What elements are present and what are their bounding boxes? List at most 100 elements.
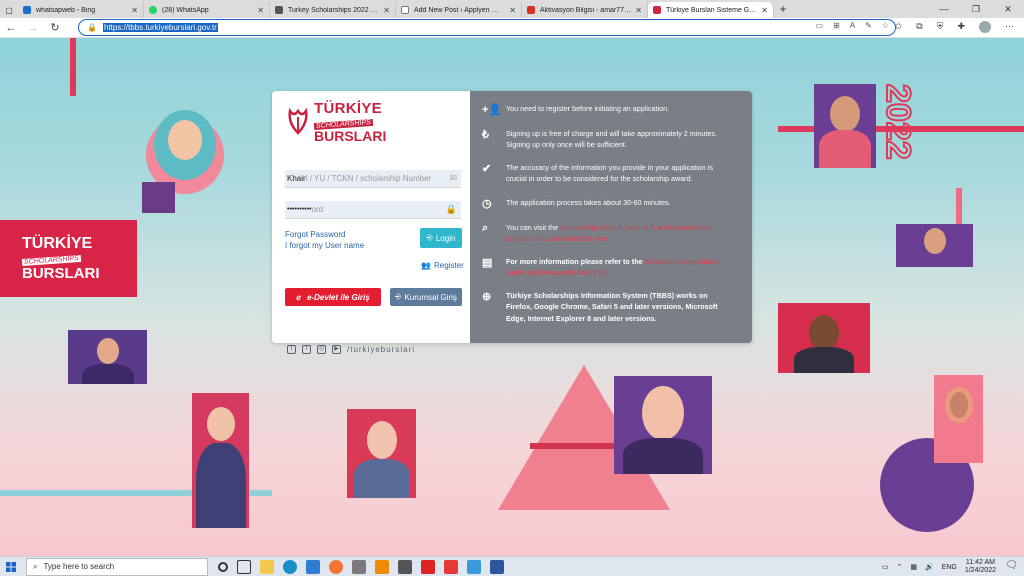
sign-in-icon: ⎆ <box>395 292 402 301</box>
task-view-icon[interactable] <box>237 559 251 574</box>
file-explorer-icon[interactable] <box>260 559 274 574</box>
minimize-icon[interactable]: — <box>928 0 960 18</box>
windows-taskbar: ⌕ Type here to search ▭ ⌃ ▦ 🔊 ENG 11:42 … <box>0 556 1024 576</box>
site-icon <box>275 6 283 14</box>
check-icon: ✔ <box>482 163 492 176</box>
login-panel: TÜRKİYE SCHOLARSHIPS BURSLARI Khair l / … <box>272 91 470 343</box>
add-user-icon: 👥 <box>421 261 431 270</box>
gmail-icon <box>527 6 535 14</box>
cortana-icon[interactable] <box>218 561 228 572</box>
maximize-icon[interactable]: ❐ <box>960 0 992 18</box>
edevlet-logo-icon: ℯ <box>296 292 302 302</box>
edevlet-login-button[interactable]: ℯ e-Devlet ile Giriş <box>285 288 381 306</box>
refresh-icon[interactable]: ↻ <box>44 21 66 34</box>
more-menu-icon[interactable]: ⋯ <box>1005 21 1014 33</box>
edge-icon[interactable] <box>283 559 297 574</box>
instagram-icon[interactable]: ◎ <box>317 345 326 354</box>
app-icon[interactable] <box>467 559 481 574</box>
close-window-icon[interactable]: ✕ <box>992 0 1024 18</box>
profile-avatar[interactable] <box>979 21 991 33</box>
lira-icon: ₺ <box>482 129 489 141</box>
close-tab-icon[interactable]: ✕ <box>509 6 516 15</box>
clock-icon: ◷ <box>482 197 492 210</box>
close-tab-icon[interactable]: ✕ <box>131 6 138 15</box>
document-icon: ▤ <box>482 256 493 269</box>
clock[interactable]: 11:42 AM 1/24/2022 <box>965 559 996 576</box>
apps-icon[interactable]: ⊞ <box>833 21 840 30</box>
address-bar[interactable]: 🔒 https://tbbs.turkiyeburslari.gov.tr ▭ … <box>78 19 896 36</box>
browser-tab[interactable]: Add New Post ‹ Applyen — Wo ✕ <box>396 2 522 18</box>
decor-square <box>142 182 175 213</box>
institutional-login-button[interactable]: ⎆ Kurumsal Giriş <box>390 288 462 306</box>
close-tab-icon[interactable]: ✕ <box>383 6 390 15</box>
read-aloud-icon[interactable]: ▭ <box>816 21 824 30</box>
password-input[interactable]: •••••••••• ord 🔒 <box>285 201 461 219</box>
close-tab-icon[interactable]: ✕ <box>257 6 264 15</box>
tab-actions-icon[interactable]: ▢ <box>0 2 18 18</box>
network-icon[interactable]: ▦ <box>910 563 917 571</box>
social-handle: /turkiyeburslari <box>347 345 416 354</box>
forgot-password-link[interactable]: Forgot Password <box>285 230 345 239</box>
firefox-icon[interactable] <box>329 559 343 574</box>
register-link[interactable]: 👥 Register <box>421 261 464 270</box>
acrobat-icon[interactable] <box>421 559 435 574</box>
zoom-icon[interactable]: A <box>850 21 855 30</box>
page-icon <box>401 6 409 14</box>
volume-icon[interactable]: 🔊 <box>925 563 934 571</box>
search-icon: ⌕ <box>33 561 38 571</box>
language-indicator[interactable]: ENG <box>942 564 957 571</box>
login-button[interactable]: ⎆ Login <box>420 228 462 248</box>
close-tab-icon[interactable]: ✕ <box>761 6 768 15</box>
browser-tab[interactable]: Turkey Scholarships 2022 - Get f✕ <box>270 2 396 18</box>
calculator-icon[interactable] <box>398 559 412 574</box>
favorite-star-icon[interactable]: ☆ <box>882 21 889 30</box>
info-item: ✔ The accuracy of the information you pr… <box>482 163 713 184</box>
forgot-username-link[interactable]: I forgot my User name <box>285 241 364 250</box>
globe-icon: ⊕ <box>482 291 492 304</box>
whatsapp-icon[interactable] <box>352 559 366 574</box>
lock-icon[interactable]: 🔒 <box>87 23 97 32</box>
system-tray: ▭ ⌃ ▦ 🔊 ENG 11:42 AM 1/24/2022 <box>882 557 996 576</box>
portrait-photo <box>814 84 876 168</box>
portrait-photo <box>154 110 216 180</box>
close-tab-icon[interactable]: ✕ <box>635 6 642 15</box>
taskbar-search-input[interactable]: ⌕ Type here to search <box>26 557 208 576</box>
back-icon[interactable]: ← <box>0 22 22 34</box>
notifications-icon[interactable]: 🗨 <box>1005 560 1018 571</box>
browser-tab-active[interactable]: Türkiye Burslan Sisteme Giriş Eki✕ <box>648 2 774 18</box>
username-input[interactable]: Khair l / YU / TCKN / scholarship Number… <box>285 170 461 188</box>
portrait-photo <box>68 330 147 384</box>
info-panel: +👤 You need to register before initiatin… <box>470 91 752 343</box>
new-tab-button[interactable]: + <box>774 2 792 18</box>
chevron-up-icon[interactable]: ⌃ <box>896 563 902 571</box>
windows-start-icon[interactable] <box>0 557 22 576</box>
anydesk-icon[interactable] <box>444 559 458 574</box>
url-text[interactable]: https://tbbs.turkiyeburslari.gov.tr <box>102 23 218 32</box>
extension-icon[interactable]: ✎ <box>865 21 872 30</box>
browser-tab[interactable]: Aktivasyon Bilgisi - amar77600@✕ <box>522 2 648 18</box>
shield-icon[interactable]: ⛨ <box>937 21 944 33</box>
envelope-icon: ✉ <box>449 173 457 183</box>
facebook-icon[interactable]: f <box>302 345 311 354</box>
forward-icon[interactable]: → <box>22 22 44 34</box>
sign-in-icon: ⎆ <box>426 233 433 242</box>
browser-tab-bar: ▢ whatsapweb - Bing ✕ (28) WhatsApp ✕ Turk… <box>0 0 1024 18</box>
login-card: TÜRKİYE SCHOLARSHIPS BURSLARI Khair l / … <box>272 91 752 343</box>
info-item: ▤ For more information please refer to t… <box>482 256 719 278</box>
search-icon: ⌕ <box>482 221 489 234</box>
info-item: ₺ Signing up is free of charge and will … <box>482 129 717 150</box>
browser-tab[interactable]: whatsapweb - Bing ✕ <box>18 2 144 18</box>
turkiye-burslari-logo: TÜRKİYE SCHOLARSHIPS BURSLARI <box>286 101 386 143</box>
portrait-photo <box>778 303 870 373</box>
collections-icon[interactable]: ⧉ <box>916 21 922 33</box>
vlc-icon[interactable] <box>375 559 389 574</box>
store-icon[interactable] <box>306 559 320 574</box>
notification-area-icon[interactable]: ▭ <box>882 563 889 571</box>
browser-tab[interactable]: (28) WhatsApp ✕ <box>144 2 270 18</box>
youtube-icon[interactable]: ▶ <box>332 345 341 354</box>
twitter-icon[interactable]: t <box>287 345 296 354</box>
puzzle-icon[interactable]: ✚ <box>957 21 965 33</box>
word-icon[interactable] <box>490 559 504 574</box>
favorites-icon[interactable]: ✩ <box>895 21 903 33</box>
portrait-photo <box>192 393 249 528</box>
